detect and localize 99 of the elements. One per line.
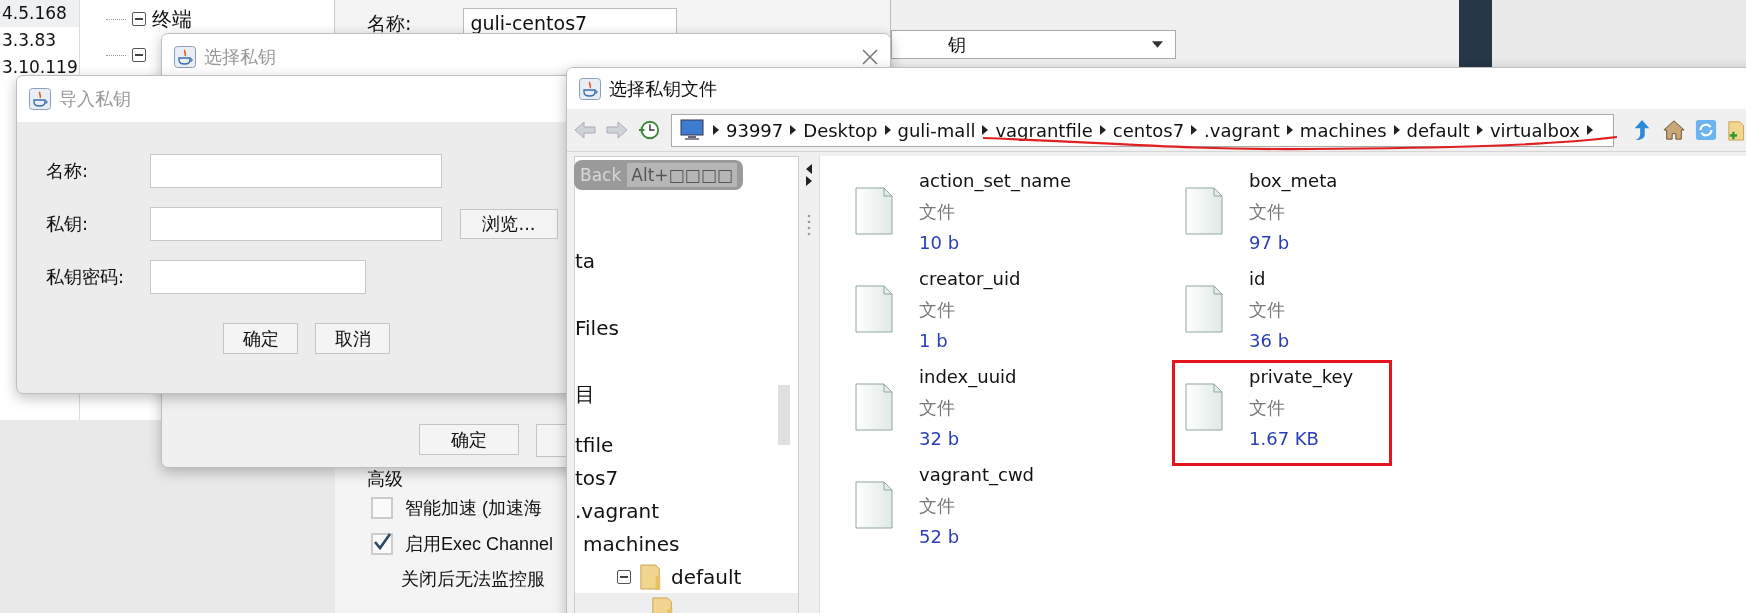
file-icon[interactable] bbox=[854, 284, 894, 334]
file-name[interactable]: box_meta bbox=[1249, 164, 1338, 196]
file-type: 文件 bbox=[1249, 395, 1286, 420]
file-name[interactable]: creator_uid bbox=[919, 262, 1021, 294]
path-bar[interactable]: 93997 Desktop guli-mall vagrantfile centos7 .vagrant machines default virtualbox bbox=[671, 113, 1614, 147]
file-name[interactable]: id bbox=[1249, 262, 1290, 294]
close-icon[interactable] bbox=[862, 48, 878, 65]
scrollbar-thumb[interactable] bbox=[778, 385, 790, 445]
separator-icon[interactable] bbox=[1099, 125, 1106, 135]
field-label: 名称: bbox=[367, 10, 412, 36]
file-size: 1 b bbox=[919, 328, 949, 353]
separator-icon[interactable] bbox=[1587, 125, 1593, 135]
computer-icon bbox=[680, 119, 704, 141]
history-icon[interactable] bbox=[637, 119, 661, 141]
host-address[interactable]: 4.5.168 bbox=[0, 0, 79, 27]
file-name[interactable]: private_key bbox=[1249, 360, 1354, 392]
file-name[interactable]: vagrant_cwd bbox=[919, 458, 1035, 490]
tooltip-label: Back bbox=[580, 165, 622, 185]
separator-icon[interactable] bbox=[790, 125, 797, 135]
note-text: 关闭后无法监控服 bbox=[401, 568, 546, 591]
collapse-icon[interactable] bbox=[617, 569, 631, 584]
option-label: 智能加速 (加速海 bbox=[405, 497, 542, 520]
cup-icon bbox=[579, 77, 601, 100]
ok-button[interactable]: 确定 bbox=[419, 424, 519, 455]
file-type: 文件 bbox=[1249, 199, 1286, 224]
browse-button[interactable]: 浏览... bbox=[460, 209, 558, 239]
checkbox[interactable] bbox=[371, 497, 393, 519]
separator-icon[interactable] bbox=[713, 125, 719, 135]
folder-icon bbox=[639, 562, 663, 591]
field-label: 私钥密码: bbox=[46, 265, 126, 289]
tree-item[interactable]: .vagrant bbox=[575, 498, 660, 523]
separator-icon[interactable] bbox=[1476, 125, 1483, 135]
file-icon[interactable] bbox=[854, 480, 894, 530]
window-title: 选择私钥文件 bbox=[609, 76, 717, 101]
checkbox[interactable] bbox=[371, 533, 393, 555]
path-segment[interactable]: Desktop bbox=[803, 119, 878, 141]
field-label: 私钥: bbox=[46, 212, 90, 236]
tree-item[interactable]: tfile bbox=[575, 432, 614, 457]
ok-button[interactable]: 确定 bbox=[223, 323, 298, 354]
tree-item[interactable]: tos7 bbox=[575, 465, 619, 490]
tree-item[interactable]: 目 bbox=[575, 381, 595, 408]
tree-item[interactable]: ta bbox=[575, 248, 596, 273]
forward-arrow-icon[interactable] bbox=[605, 119, 629, 141]
separator-icon[interactable] bbox=[1393, 125, 1400, 135]
file-icon[interactable] bbox=[854, 382, 894, 432]
file-size: 10 b bbox=[919, 230, 961, 255]
tree-item[interactable]: 终端 bbox=[152, 5, 192, 33]
file-type: 文件 bbox=[919, 493, 956, 518]
shortcut-text: Alt+□□□□ bbox=[627, 163, 737, 187]
file-size: 36 b bbox=[1249, 328, 1290, 353]
file-type: 文件 bbox=[919, 297, 956, 322]
file-size: 97 b bbox=[1249, 230, 1291, 255]
input-field[interactable] bbox=[150, 260, 366, 294]
path-segment[interactable]: vagrantfile bbox=[995, 119, 1093, 141]
dialog-button[interactable] bbox=[536, 424, 568, 457]
caret-icon bbox=[1152, 41, 1163, 48]
cancel-button[interactable]: 取消 bbox=[315, 323, 390, 354]
new-folder-icon[interactable] bbox=[1726, 119, 1746, 141]
file-name[interactable]: index_uuid bbox=[919, 360, 1017, 392]
file-name[interactable]: action_set_name bbox=[919, 164, 1071, 196]
collapse-icon[interactable] bbox=[132, 12, 146, 26]
separator-icon[interactable] bbox=[1191, 125, 1198, 135]
path-segment[interactable]: .vagrant bbox=[1204, 119, 1280, 141]
cup-icon bbox=[29, 88, 51, 110]
file-size: 32 b bbox=[919, 426, 961, 451]
dropdown[interactable]: 钥 bbox=[891, 30, 1176, 59]
file-size: 1.67 KB bbox=[1249, 426, 1320, 451]
file-icon[interactable] bbox=[1184, 382, 1224, 432]
host-address[interactable]: 3.3.83 bbox=[0, 27, 79, 54]
field-label: 名称: bbox=[46, 159, 90, 183]
window-title: 导入私钥 bbox=[59, 87, 131, 111]
input-field[interactable] bbox=[150, 207, 442, 241]
tree-item[interactable]: Files bbox=[575, 315, 619, 340]
collapse-icon[interactable] bbox=[132, 48, 146, 62]
option-label: 启用Exec Channel bbox=[405, 533, 554, 556]
path-segment[interactable]: virtualbox bbox=[1489, 119, 1580, 141]
path-segment[interactable]: machines bbox=[1299, 119, 1387, 141]
path-segment[interactable]: default bbox=[1406, 119, 1470, 141]
tree-item[interactable]: default bbox=[671, 564, 742, 589]
path-segment[interactable]: centos7 bbox=[1112, 119, 1185, 141]
refresh-icon[interactable] bbox=[1694, 119, 1718, 141]
tree-item[interactable]: machines bbox=[583, 531, 680, 556]
window-title: 选择私钥 bbox=[204, 44, 276, 69]
file-icon[interactable] bbox=[1184, 284, 1224, 334]
input-field[interactable] bbox=[150, 154, 442, 188]
section-heading: 高级 bbox=[367, 468, 404, 490]
file-type: 文件 bbox=[919, 395, 956, 420]
back-arrow-icon[interactable] bbox=[573, 119, 597, 141]
file-type: 文件 bbox=[1249, 297, 1286, 322]
path-segment[interactable]: 93997 bbox=[726, 119, 784, 141]
file-icon[interactable] bbox=[1184, 186, 1224, 236]
separator-icon[interactable] bbox=[982, 125, 989, 135]
path-segment[interactable]: guli-mall bbox=[897, 119, 976, 141]
separator-icon[interactable] bbox=[1286, 125, 1293, 135]
home-icon[interactable] bbox=[1662, 119, 1686, 141]
cup-icon bbox=[174, 45, 196, 68]
file-size: 52 b bbox=[919, 524, 961, 549]
file-icon[interactable] bbox=[854, 186, 894, 236]
file-type: 文件 bbox=[919, 199, 956, 224]
